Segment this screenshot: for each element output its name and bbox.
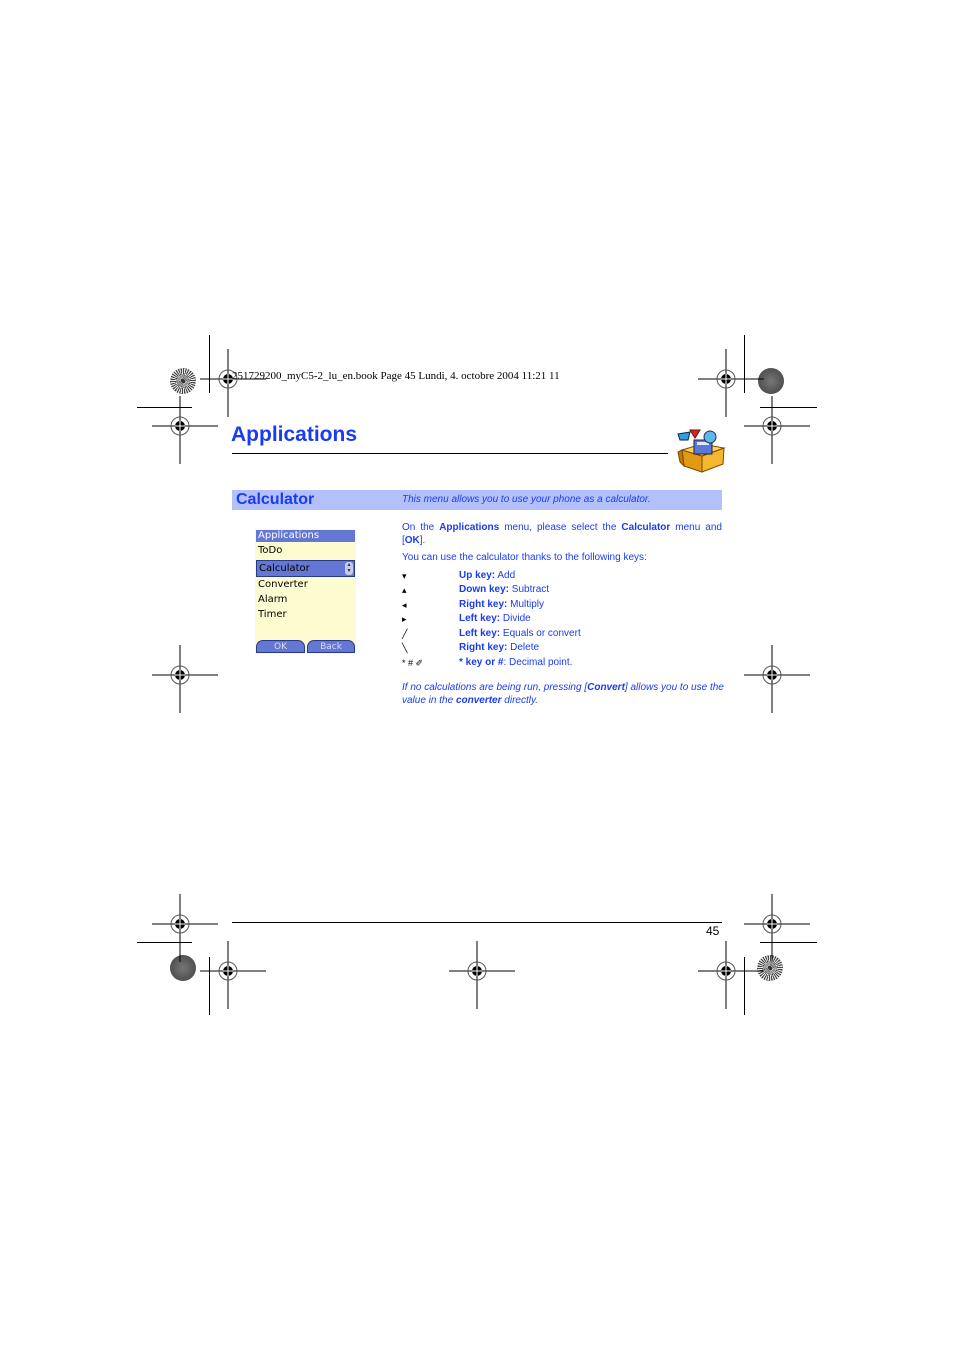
phone-key-icon: ◂ <box>402 600 407 610</box>
phone-menu-item: Timer <box>258 609 287 620</box>
text: directly. <box>501 695 539 706</box>
applications-toolbox-icon <box>677 429 726 473</box>
phone-softkey-ok: OK <box>256 640 305 653</box>
section-title: Calculator <box>236 491 315 508</box>
print-header: 251729200_myC5-2_lu_en.book Page 45 Lund… <box>232 370 560 382</box>
key-action: Multiply <box>507 599 545 610</box>
registration-crosshair-icon <box>698 349 764 417</box>
key-description: Right key: Multiply <box>459 598 544 612</box>
registration-crosshair-icon <box>152 894 218 962</box>
text: menu, please select the <box>499 522 622 533</box>
registration-crosshair-icon <box>152 645 218 713</box>
menu-name: converter <box>455 695 502 706</box>
phone-softkey-back: Back <box>307 640 355 653</box>
key-row: ▴ Down key: Subtract <box>402 583 722 597</box>
key-description: Up key: Add <box>459 569 515 583</box>
text: If no calculations are being run, pressi… <box>402 682 588 693</box>
page-title: Applications <box>231 423 358 446</box>
menu-name: Calculator <box>621 522 671 533</box>
phone-key-icon: ▴ <box>402 585 407 595</box>
registration-crosshair-icon <box>200 941 266 1009</box>
registration-crosshair-icon <box>744 894 810 962</box>
phone-menu-item-selected: Calculator ▴ ▾ <box>256 560 355 577</box>
key-row: ▸ Left key: Divide <box>402 612 722 626</box>
phone-menu-item: ToDo <box>258 545 283 556</box>
key-name: OK <box>404 535 420 546</box>
page-number: 45 <box>706 924 720 938</box>
note-paragraph: If no calculations are being run, pressi… <box>402 681 724 707</box>
registration-crosshair-icon <box>744 645 810 713</box>
key-description: * key or #: Decimal point. <box>459 656 572 670</box>
registration-crosshair-icon <box>152 396 218 464</box>
registration-marks <box>152 349 810 1009</box>
key-row: ╱ Left key: Equals or convert <box>402 627 722 641</box>
phone-menu-title: Applications <box>256 530 355 542</box>
key-action: Subtract <box>509 584 550 595</box>
key-action: Add <box>495 570 516 581</box>
section-description: This menu allows you to use your phone a… <box>402 494 651 505</box>
title-divider <box>232 453 668 454</box>
key-description: Right key: Delete <box>459 641 539 655</box>
key-name: Right key: <box>459 642 508 653</box>
key-row: * # ✐ * key or #: Decimal point. <box>402 656 722 670</box>
registration-crosshair-icon <box>698 941 764 1009</box>
footer-divider <box>232 922 722 923</box>
key-action: Delete <box>507 642 540 653</box>
key-row: ◂ Right key: Multiply <box>402 598 722 612</box>
scroll-arrows-icon: ▴ ▾ <box>345 562 353 575</box>
menu-name: Applications <box>439 522 500 533</box>
key-name: * key or # <box>459 657 504 668</box>
key-action: Equals or convert <box>500 628 581 639</box>
key-name: Left key: <box>459 613 501 624</box>
key-action: Divide <box>500 613 531 624</box>
text: On the <box>402 522 440 533</box>
key-name: Left key: <box>459 628 501 639</box>
key-name: Convert <box>587 682 625 693</box>
registration-crosshair-icon <box>744 396 810 464</box>
phone-key-icon: * # ✐ <box>402 658 424 668</box>
phone-key-icon: ▾ <box>402 571 407 581</box>
text: ]. <box>419 535 426 546</box>
key-description: Left key: Equals or convert <box>459 627 581 641</box>
phone-key-icon: ╲ <box>402 643 408 653</box>
key-description: Down key: Subtract <box>459 583 549 597</box>
phone-key-icon: ▸ <box>402 614 407 624</box>
phone-menu-item: Alarm <box>258 594 288 605</box>
phone-key-icon: ╱ <box>402 629 408 639</box>
key-row: ╲ Right key: Delete <box>402 641 722 655</box>
phone-menu-item: Converter <box>258 579 308 590</box>
keys-intro: You can use the calculator thanks to the… <box>402 552 647 563</box>
intro-paragraph: On the Applications menu, please select … <box>402 521 722 547</box>
key-name: Down key: <box>459 584 510 595</box>
registration-crosshair-icon <box>200 349 266 417</box>
phone-screen-illustration: Applications ToDo Calculator ▴ ▾ Converte… <box>255 529 356 654</box>
key-action: : Decimal point. <box>503 657 573 668</box>
key-name: Right key: <box>459 599 508 610</box>
phone-menu-item-label: Calculator <box>259 563 310 574</box>
key-row: ▾ Up key: Add <box>402 569 722 583</box>
key-name: Up key: <box>459 570 496 581</box>
key-description: Left key: Divide <box>459 612 531 626</box>
registration-crosshair-icon <box>449 941 515 1009</box>
